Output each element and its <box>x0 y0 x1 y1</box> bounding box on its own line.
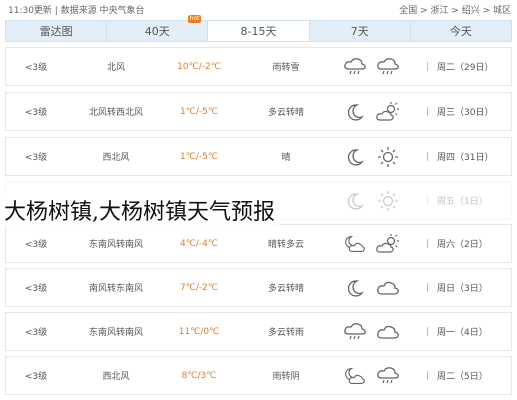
tab-label: 雷达图 <box>39 25 73 38</box>
wind-level: <3级 <box>24 153 48 163</box>
weather-desc: 雨转雪 <box>272 63 300 73</box>
weather-desc: 雨转阴 <box>272 372 300 382</box>
divider: | <box>426 238 430 249</box>
temperature: 8℃/3℃ <box>181 370 217 381</box>
tab-label: 今天 <box>449 25 472 38</box>
forecast-row: <3级 西北风 8℃/3℃ 雨转阴 | 周二（5日） <box>5 356 512 395</box>
forecast-row: <3级 南风转东南风 7℃/-2℃ 多云转晴 | 周日（3日） <box>5 268 512 307</box>
date-cell: | 周二（5日） <box>426 357 508 394</box>
breadcrumb[interactable]: 全国 > 浙江 > 绍兴 > 城区 <box>399 3 511 16</box>
wind-direction: 东南风转南风 <box>88 240 143 250</box>
date-cell: | 周四（31日） <box>426 138 508 175</box>
wind-direction: 西北风 <box>102 153 130 163</box>
forecast-row: <3级 西北风 1℃/-5℃ 晴 | 周四（31日） <box>5 137 512 176</box>
divider: | <box>426 151 430 162</box>
wind-level: <3级 <box>24 108 48 118</box>
date-label: 周三（30日） <box>437 108 494 118</box>
sun-cloud-icon <box>374 225 402 262</box>
date-label: 周日（3日） <box>437 284 488 294</box>
forecast-row: <3级 东南风转南风 4℃/-4℃ 晴转多云 | 周六（2日） <box>5 224 512 263</box>
temperature: 4℃/-4℃ <box>180 238 218 249</box>
wind-level: <3级 <box>24 63 48 73</box>
temperature: 7℃/-2℃ <box>180 282 218 293</box>
wind-direction: 西北风 <box>102 372 130 382</box>
cloud-icon <box>374 313 402 350</box>
moon-icon <box>343 269 367 306</box>
divider: | <box>426 326 430 337</box>
weather-desc: 多云转晴 <box>267 108 304 118</box>
tab-label: 40天 <box>144 25 170 38</box>
cloud-moon-icon <box>343 225 367 262</box>
moon-icon <box>343 93 367 130</box>
date-label: 周六（2日） <box>437 240 488 250</box>
cloud-rain-icon <box>343 313 367 350</box>
date-label: 周二（5日） <box>437 372 488 382</box>
wind-direction: 北风转西北风 <box>88 108 143 118</box>
divider: | <box>426 282 430 293</box>
divider: | <box>426 61 430 72</box>
temperature: 11℃/0℃ <box>178 326 220 337</box>
date-cell: | 周五（1日） <box>426 182 508 219</box>
date-cell: | 周三（30日） <box>426 93 508 130</box>
weather-desc: 晴 <box>281 153 291 163</box>
wind-direction: 南风转东南风 <box>88 284 143 294</box>
wind-direction: 北风 <box>106 63 125 73</box>
cloud-rain-icon <box>343 48 367 85</box>
date-label: 周一（4日） <box>437 328 488 338</box>
date-cell: | 周一（4日） <box>426 313 508 350</box>
tab-1[interactable]: 40天 hot <box>106 15 207 41</box>
weather-desc: 多云转晴 <box>267 284 304 294</box>
wind-direction: 东南风转南风 <box>88 328 143 338</box>
cloud-rain-icon <box>374 357 402 394</box>
tab-3[interactable]: 7天 <box>308 21 410 41</box>
wind-level: <3级 <box>24 284 48 294</box>
wind-level: <3级 <box>24 372 48 382</box>
page-title-overlay: 大杨树镇,大杨树镇天气预报 <box>0 194 279 226</box>
forecast-row: <3级 东南风转南风 11℃/0℃ 多云转雨 | 周一（4日） <box>5 312 512 351</box>
temperature: 1℃/-5℃ <box>180 151 218 162</box>
tab-label: 8-15天 <box>240 25 277 38</box>
moon-icon <box>343 138 367 175</box>
date-label: 周四（31日） <box>437 153 494 163</box>
top-bar: 11:30更新 | 数据来源 中央气象台 全国 > 浙江 > 绍兴 > 城区 <box>0 0 517 18</box>
tab-label: 7天 <box>350 25 369 38</box>
tab-0[interactable]: 雷达图 <box>6 21 106 41</box>
forecast-row: <3级 北风 10℃/-2℃ 雨转雪 | 周二（29日） <box>5 47 512 86</box>
wind-level: <3级 <box>24 240 48 250</box>
temperature: 10℃/-2℃ <box>177 61 221 72</box>
date-label: 周五（1日） <box>437 197 488 207</box>
forecast-row: <3级 北风转西北风 1℃/-5℃ 多云转晴 | 周三（30日） <box>5 92 512 131</box>
tab-2[interactable]: 8-15天 <box>207 21 309 41</box>
moon-icon <box>343 182 367 219</box>
forecast-tabs: 雷达图 40天 hot 8-15天 7天 今天 <box>5 15 512 42</box>
cloud-rain-icon <box>374 48 402 85</box>
weather-desc: 晴转多云 <box>267 240 304 250</box>
date-cell: | 周二（29日） <box>426 48 508 85</box>
sun-cloud-icon <box>374 93 402 130</box>
divider: | <box>426 370 430 381</box>
date-cell: | 周日（3日） <box>426 269 508 306</box>
wind-level: <3级 <box>24 328 48 338</box>
date-cell: | 周六（2日） <box>426 225 508 262</box>
divider: | <box>426 195 430 206</box>
temperature: 1℃/-5℃ <box>180 106 218 117</box>
update-info: 11:30更新 | 数据来源 中央气象台 <box>8 6 145 16</box>
cloud-moon-icon <box>343 357 367 394</box>
tab-4[interactable]: 今天 <box>409 21 511 41</box>
date-label: 周二（29日） <box>437 63 494 73</box>
divider: | <box>426 106 430 117</box>
cloud-icon <box>374 269 402 306</box>
weather-desc: 多云转雨 <box>267 328 304 338</box>
hot-badge: hot <box>187 15 202 23</box>
sun-icon <box>374 138 402 175</box>
sun-icon <box>374 182 402 219</box>
